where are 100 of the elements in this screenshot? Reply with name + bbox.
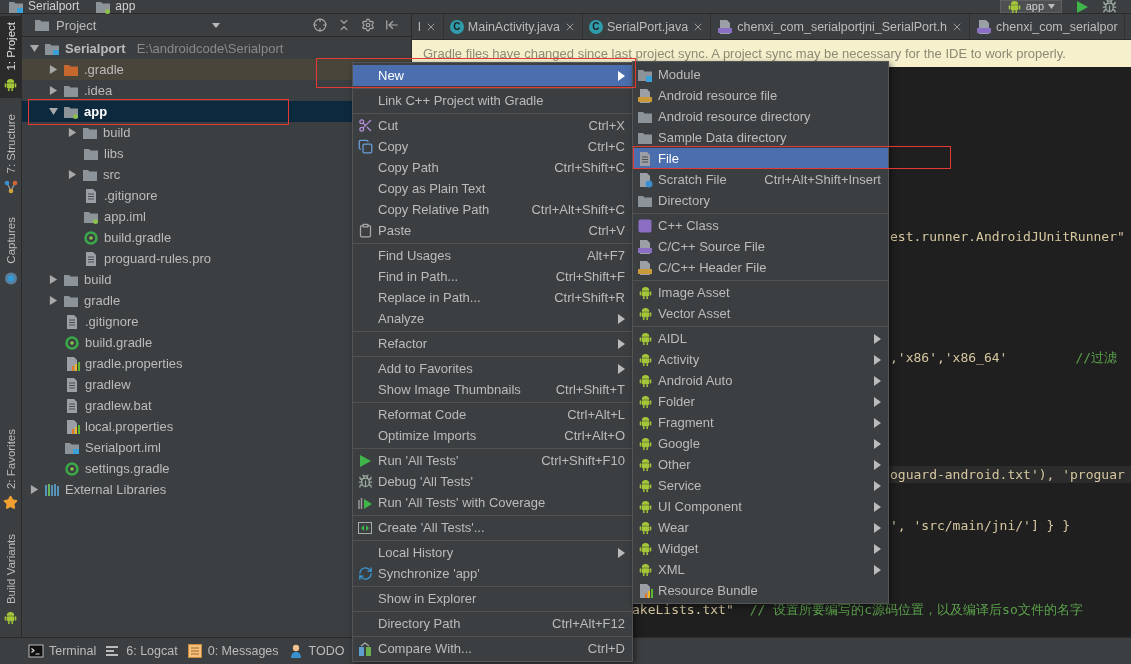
expand-arrow-icon[interactable] bbox=[30, 485, 39, 494]
expand-arrow-icon[interactable] bbox=[49, 296, 58, 305]
android-robot-icon bbox=[637, 541, 653, 556]
menu-item[interactable]: Copy Relative Path Ctrl+Alt+Shift+C bbox=[353, 199, 632, 220]
menu-item[interactable]: Find in Path... Ctrl+Shift+F bbox=[353, 266, 632, 287]
menu-item[interactable]: Add to Favorites bbox=[353, 358, 632, 379]
menu-item[interactable]: Show in Explorer bbox=[353, 588, 632, 609]
collapse-all-icon[interactable] bbox=[337, 18, 351, 32]
menu-item[interactable]: Paste Ctrl+V bbox=[353, 220, 632, 241]
menu-item[interactable]: C/C++ Header File bbox=[633, 257, 888, 278]
menu-item[interactable]: Optimize Imports Ctrl+Alt+O bbox=[353, 425, 632, 446]
menu-item[interactable]: Debug 'All Tests' bbox=[353, 471, 632, 492]
test-create-icon bbox=[357, 519, 373, 536]
menu-item[interactable]: Refactor bbox=[353, 333, 632, 354]
menu-item[interactable]: Module bbox=[633, 64, 888, 85]
menu-item[interactable]: Other bbox=[633, 454, 888, 475]
android-robot-icon bbox=[3, 610, 18, 625]
scissors-icon bbox=[357, 118, 373, 133]
clipboard-icon bbox=[357, 223, 373, 238]
copy-icon bbox=[357, 139, 373, 154]
android-robot-icon bbox=[3, 76, 18, 92]
menu-item[interactable]: Android Auto bbox=[633, 370, 888, 391]
tool-window-tab[interactable]: Build Variants bbox=[0, 527, 21, 631]
menu-item[interactable]: C++ Class bbox=[633, 215, 888, 236]
menu-item[interactable]: File bbox=[633, 148, 888, 169]
editor-tab[interactable]: chenxi_com_serialportjni_SerialPort.h bbox=[711, 14, 971, 39]
document-icon bbox=[637, 150, 653, 167]
expand-arrow-icon[interactable] bbox=[49, 107, 58, 116]
menu-item[interactable]: Run 'All Tests' Ctrl+Shift+F10 bbox=[353, 450, 632, 471]
menu-item[interactable]: Android resource directory bbox=[633, 106, 888, 127]
tool-window-button[interactable]: 6: Logcat bbox=[105, 643, 178, 659]
editor-tab[interactable]: C MainActivity.java bbox=[443, 14, 583, 39]
menu-item[interactable]: Google bbox=[633, 433, 888, 454]
tool-window-button[interactable]: 0: Messages bbox=[186, 643, 279, 659]
menu-item[interactable]: Replace in Path... Ctrl+Shift+R bbox=[353, 287, 632, 308]
editor-tab[interactable]: C SerialPort.java bbox=[582, 14, 712, 39]
editor-tab[interactable]: l bbox=[412, 14, 444, 39]
menu-item[interactable]: Compare With... Ctrl+D bbox=[353, 638, 632, 659]
run-config-dropdown[interactable]: app bbox=[999, 0, 1062, 13]
breadcrumb-item[interactable]: app bbox=[115, 0, 136, 13]
menu-item[interactable]: Copy Ctrl+C bbox=[353, 136, 632, 157]
editor-tab[interactable]: chenxi_com_serialpor bbox=[970, 14, 1125, 39]
expand-arrow-icon[interactable] bbox=[49, 65, 58, 74]
code-text: oguard-android.txt'), 'proguar bbox=[890, 466, 1125, 483]
tree-item[interactable]: Serialport E:\androidcode\Serialport bbox=[22, 38, 411, 59]
code-text: ,'x86','x86_64' bbox=[890, 349, 1008, 366]
menu-item[interactable]: Copy Path Ctrl+Shift+C bbox=[353, 157, 632, 178]
tool-window-tab[interactable]: 7: Structure bbox=[0, 107, 21, 202]
properties-file-icon bbox=[64, 418, 80, 435]
menu-item[interactable]: Directory bbox=[633, 190, 888, 211]
menu-item[interactable]: Run 'All Tests' with Coverage bbox=[353, 492, 632, 513]
menu-item[interactable]: Create 'All Tests'... bbox=[353, 517, 632, 538]
menu-item[interactable]: Activity bbox=[633, 349, 888, 370]
menu-item[interactable]: Reformat Code Ctrl+Alt+L bbox=[353, 404, 632, 425]
settings-icon[interactable] bbox=[361, 18, 375, 32]
locate-icon[interactable] bbox=[313, 18, 327, 32]
menu-item[interactable]: Android resource file bbox=[633, 85, 888, 106]
menu-item[interactable]: Image Asset bbox=[633, 282, 888, 303]
menu-item[interactable]: Sample Data directory bbox=[633, 127, 888, 148]
messages-icon bbox=[186, 643, 203, 659]
expand-arrow-icon[interactable] bbox=[49, 86, 58, 95]
menu-item[interactable]: Copy as Plain Text bbox=[353, 178, 632, 199]
menu-item[interactable]: Fragment bbox=[633, 412, 888, 433]
menu-item[interactable]: Vector Asset bbox=[633, 303, 888, 324]
menu-item[interactable]: Scratch File Ctrl+Alt+Shift+Insert bbox=[633, 169, 888, 190]
bug-icon bbox=[357, 474, 373, 489]
code-text: est.runner.AndroidJUnitRunner" bbox=[890, 228, 1125, 245]
tool-window-tab[interactable]: Captures bbox=[0, 211, 21, 292]
tool-window-tab[interactable]: 2: Favorites bbox=[0, 422, 21, 516]
expand-arrow-icon[interactable] bbox=[68, 128, 77, 137]
menu-item[interactable]: Analyze bbox=[353, 308, 632, 329]
expand-arrow-icon[interactable] bbox=[68, 170, 77, 179]
view-selector[interactable]: Project bbox=[34, 17, 220, 33]
structure-icon bbox=[2, 179, 19, 196]
expand-arrow-icon[interactable] bbox=[30, 44, 39, 53]
menu-item[interactable]: Directory Path Ctrl+Alt+F12 bbox=[353, 613, 632, 634]
hide-panel-icon[interactable] bbox=[385, 18, 399, 32]
header-file-icon bbox=[637, 259, 653, 276]
menu-item[interactable]: Wear bbox=[633, 517, 888, 538]
menu-item[interactable]: UI Component bbox=[633, 496, 888, 517]
tool-window-button[interactable]: Terminal bbox=[28, 643, 97, 659]
menu-item[interactable]: Local History bbox=[353, 542, 632, 563]
tool-window-button[interactable]: TODO bbox=[287, 643, 345, 659]
menu-item[interactable]: Widget bbox=[633, 538, 888, 559]
menu-item[interactable]: XML bbox=[633, 559, 888, 580]
menu-item[interactable]: AIDL bbox=[633, 328, 888, 349]
tool-window-tab[interactable]: 1: Project bbox=[0, 16, 21, 98]
expand-arrow-icon[interactable] bbox=[49, 275, 58, 284]
android-robot-icon bbox=[637, 499, 653, 514]
menu-item[interactable]: Find Usages Alt+F7 bbox=[353, 245, 632, 266]
menu-item[interactable]: Resource Bundle bbox=[633, 580, 888, 601]
menu-item[interactable]: C/C++ Source File bbox=[633, 236, 888, 257]
menu-item[interactable]: Service bbox=[633, 475, 888, 496]
breadcrumb-item[interactable]: Serialport bbox=[28, 0, 80, 13]
menu-item[interactable]: New bbox=[353, 65, 632, 86]
menu-item[interactable]: Synchronize 'app' bbox=[353, 563, 632, 584]
menu-item[interactable]: Folder bbox=[633, 391, 888, 412]
caret-icon bbox=[212, 22, 220, 28]
menu-item[interactable]: Link C++ Project with Gradle bbox=[353, 90, 632, 111]
menu-item[interactable]: Show Image Thumbnails Ctrl+Shift+T bbox=[353, 379, 632, 400]
